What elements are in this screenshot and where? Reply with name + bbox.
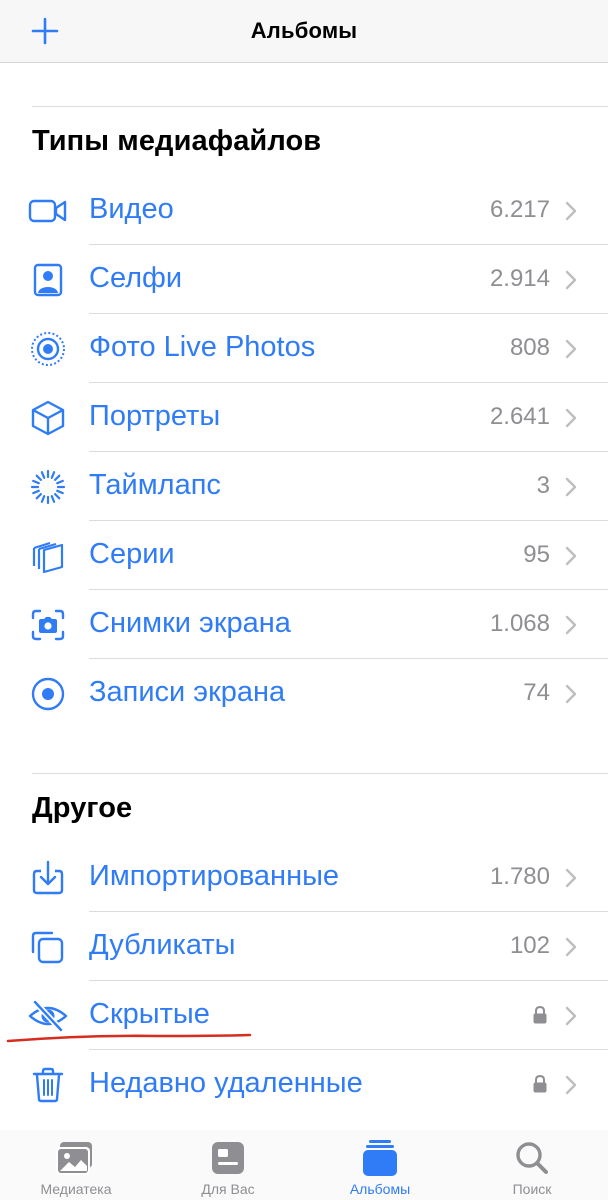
album-row-selfie[interactable]: Селфи 2.914 [0,245,608,314]
album-row-bursts[interactable]: Серии 95 [0,521,608,590]
album-label: Серии [89,538,175,570]
photos-library-icon [56,1142,92,1175]
album-row-duplicates[interactable]: Дубликаты 102 [0,912,608,981]
album-row-imports[interactable]: Импортированные 1.780 [0,843,608,912]
album-row-live-photos[interactable]: Фото Live Photos 808 [0,314,608,383]
search-icon [516,1142,548,1174]
album-count: 808 [509,334,550,361]
album-row-screen-recordings[interactable]: Записи экрана 74 [0,659,608,728]
lock-icon [533,1005,547,1024]
album-label: Снимки экрана [89,607,291,639]
chevron-right-icon [565,1006,577,1026]
trash-icon [32,1067,64,1103]
album-label: Видео [89,193,174,225]
navigation-bar: Альбомы [0,0,608,63]
album-count: 102 [509,932,550,959]
screenshot-icon [31,609,65,641]
album-count: 1.068 [489,610,550,637]
album-count: 74 [523,679,550,706]
section-divider [32,773,608,774]
album-label: Записи экрана [89,676,286,708]
import-icon [32,860,64,895]
tab-bar: Медиатека Для Вас Альбомы Поиск [0,1130,608,1200]
album-count: 95 [523,541,550,568]
album-count: 2.914 [489,265,550,292]
chevron-right-icon [565,1075,577,1095]
album-row-portraits[interactable]: Портреты 2.641 [0,383,608,452]
album-count: 2.641 [489,403,550,430]
album-row-timelapse[interactable]: Таймлапс 3 [0,452,608,521]
chevron-right-icon [565,684,577,704]
album-label: Импортированные [89,860,340,892]
chevron-right-icon [565,201,577,221]
chevron-right-icon [565,339,577,359]
tab-label: Поиск [512,1181,552,1197]
section-divider [32,106,608,107]
album-count: 3 [536,472,550,499]
tab-search[interactable]: Поиск [456,1130,608,1200]
album-label: Таймлапс [89,469,221,501]
annotation-underline [6,1033,252,1043]
album-label: Портреты [89,400,221,432]
selfie-icon [33,263,63,297]
chevron-right-icon [565,477,577,497]
tab-label: Альбомы [349,1181,411,1197]
cube-icon [31,400,65,436]
timelapse-icon [30,469,66,505]
tab-albums[interactable]: Альбомы [304,1130,456,1200]
chevron-right-icon [565,408,577,428]
video-icon [28,199,67,223]
burst-icon [32,541,64,574]
chevron-right-icon [565,546,577,566]
chevron-right-icon [565,270,577,290]
chevron-right-icon [565,868,577,888]
album-row-video[interactable]: Видео 6.217 [0,176,608,245]
album-count: 6.217 [489,196,550,223]
section-title-other: Другое [32,792,133,824]
album-label: Селфи [89,262,183,294]
chevron-right-icon [565,615,577,635]
album-row-recently-deleted[interactable]: Недавно удаленные [0,1050,608,1119]
album-label: Фото Live Photos [89,331,316,363]
for-you-icon [212,1142,244,1174]
duplicates-icon [31,931,64,964]
live-photo-icon [31,332,65,366]
album-row-screenshots[interactable]: Снимки экрана 1.068 [0,590,608,659]
tab-library[interactable]: Медиатека [0,1130,152,1200]
tab-label: Медиатека [40,1181,112,1197]
album-label: Скрытые [89,998,210,1030]
album-count: 1.780 [489,863,550,890]
tab-for-you[interactable]: Для Вас [152,1130,304,1200]
chevron-right-icon [565,937,577,957]
album-label: Дубликаты [89,929,236,961]
tab-label: Для Вас [201,1181,255,1197]
screen-record-icon [31,677,65,711]
albums-icon [363,1140,397,1176]
lock-icon [533,1074,547,1093]
page-title: Альбомы [250,18,358,43]
section-title-media-types: Типы медиафайлов [32,125,322,157]
album-label: Недавно удаленные [89,1067,363,1099]
